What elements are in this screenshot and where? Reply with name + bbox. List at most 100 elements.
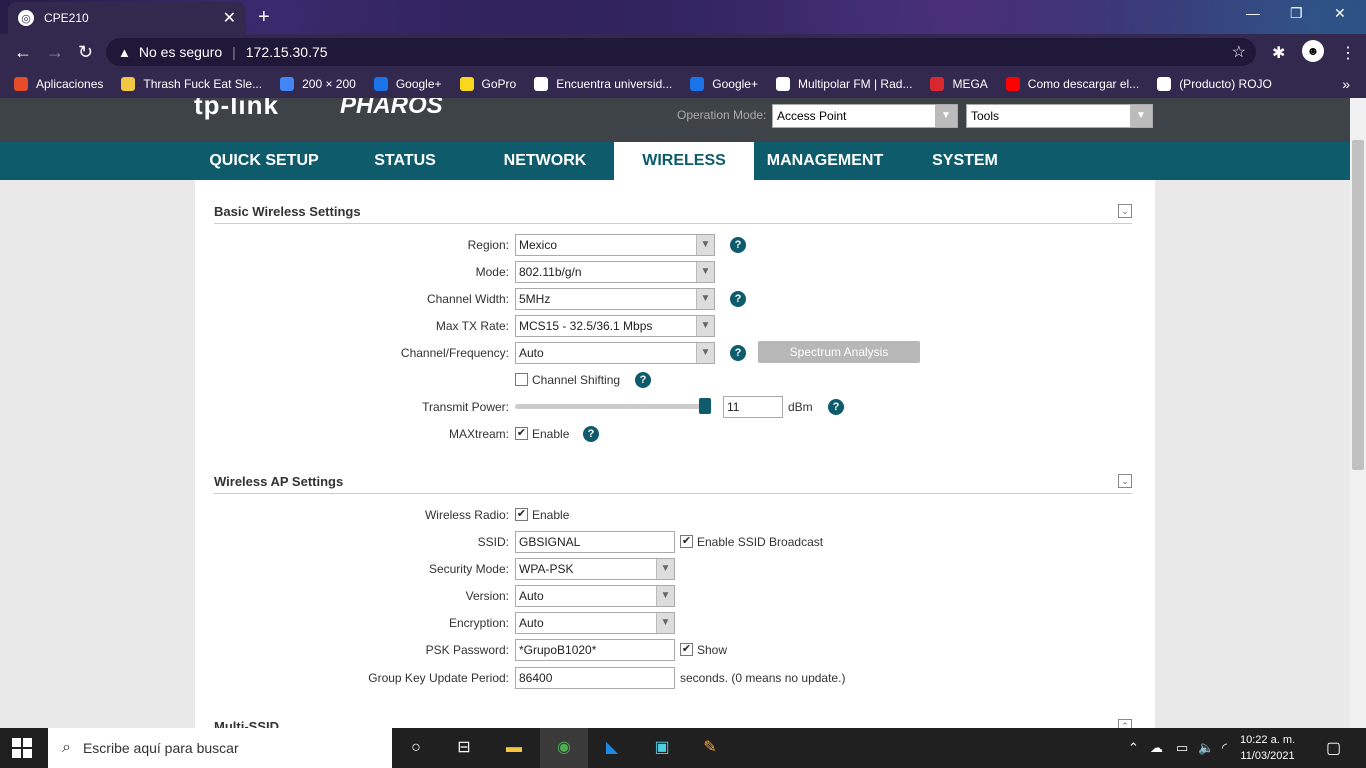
operation-mode-select[interactable]: Access Point ▼ bbox=[772, 104, 958, 128]
help-icon[interactable]: ? bbox=[828, 399, 844, 415]
encryption-value: Auto bbox=[519, 616, 544, 630]
bookmark-item[interactable]: Encuentra universid... bbox=[534, 77, 672, 91]
group-key-input[interactable]: 86400 bbox=[515, 667, 675, 689]
transmit-power-slider[interactable] bbox=[515, 398, 711, 414]
terminal-app-icon[interactable]: ▣ bbox=[650, 736, 674, 760]
address-bar[interactable]: ▲ No es seguro | 172.15.30.75 ☆ bbox=[106, 38, 1256, 66]
slider-fill bbox=[515, 404, 711, 409]
transmit-power-input[interactable]: 11 bbox=[723, 396, 783, 418]
new-tab-button[interactable]: + bbox=[258, 6, 270, 29]
version-label: Version: bbox=[465, 589, 509, 603]
restore-icon[interactable]: ❐ bbox=[1290, 5, 1303, 22]
chrome-icon[interactable]: ◉ bbox=[552, 736, 576, 760]
collapse-icon[interactable]: ⌄ bbox=[1118, 204, 1132, 218]
bookmark-item[interactable]: Multipolar FM | Rad... bbox=[775, 77, 912, 91]
security-label: No es seguro bbox=[138, 44, 223, 60]
chevron-down-icon: ▼ bbox=[696, 235, 714, 255]
bookmark-item[interactable]: Thrash Fuck Eat Sle... bbox=[121, 77, 262, 91]
pharos-logo: PHAROS bbox=[340, 98, 443, 119]
bookmark-item[interactable]: (Producto) ROJO bbox=[1157, 77, 1272, 91]
help-icon[interactable]: ? bbox=[730, 345, 746, 361]
bookmark-item[interactable]: Google+ bbox=[373, 77, 442, 91]
cloud-icon[interactable]: ☁ bbox=[1150, 740, 1163, 756]
channel-frequency-row: Channel/Frequency: Auto ▼ ? Spectrum Ana… bbox=[195, 341, 1155, 364]
tab-close-icon[interactable]: ✕ bbox=[223, 8, 236, 28]
file-explorer-icon[interactable]: ▬ bbox=[502, 736, 526, 760]
task-view-icon[interactable]: ⊟ bbox=[452, 736, 476, 760]
notifications-icon[interactable]: ▢ bbox=[1326, 738, 1341, 758]
encryption-row: Encryption: Auto ▼ bbox=[195, 612, 1155, 634]
nav-tab-management[interactable]: MANAGEMENT bbox=[755, 142, 895, 180]
slider-thumb[interactable] bbox=[699, 398, 711, 414]
nav-tab-network[interactable]: NETWORK bbox=[475, 142, 615, 180]
bookmark-item[interactable]: 200 × 200 bbox=[280, 77, 356, 91]
paint-icon[interactable]: ✎ bbox=[698, 736, 722, 760]
ssid-label: SSID: bbox=[477, 535, 509, 549]
max-tx-rate-label: Max TX Rate: bbox=[435, 319, 509, 333]
bookmark-item[interactable]: Como descargar el... bbox=[1005, 77, 1139, 91]
browser-tab[interactable]: ◎ CPE210 ✕ bbox=[8, 2, 246, 34]
battery-icon[interactable]: ▭ bbox=[1176, 740, 1188, 756]
taskbar-search[interactable]: ⌕ Escribe aquí para buscar bbox=[48, 728, 392, 768]
maxtream-label: MAXtream: bbox=[448, 427, 509, 441]
tray-chevron-icon[interactable]: ⌃ bbox=[1128, 740, 1139, 756]
bookmarks-overflow-icon[interactable]: » bbox=[1342, 76, 1350, 92]
bookmark-item[interactable]: GoPro bbox=[459, 77, 516, 91]
windows-start-icon[interactable] bbox=[12, 738, 32, 758]
cortana-icon[interactable]: ○ bbox=[404, 736, 428, 760]
bookmark-item[interactable]: Google+ bbox=[690, 77, 758, 91]
window-close-icon[interactable]: ✕ bbox=[1334, 5, 1346, 22]
volume-icon[interactable]: 🔈 bbox=[1198, 740, 1214, 756]
version-select[interactable]: Auto ▼ bbox=[515, 585, 675, 607]
channel-shifting-label: Channel Shifting bbox=[532, 373, 621, 387]
help-icon[interactable]: ? bbox=[635, 372, 651, 388]
minimize-icon[interactable]: — bbox=[1246, 5, 1260, 21]
channel-frequency-select[interactable]: Auto ▼ bbox=[515, 342, 715, 364]
ssid-row: SSID: GBSIGNAL ✔ Enable SSID Broadcast bbox=[195, 531, 1155, 553]
security-mode-select[interactable]: WPA-PSK ▼ bbox=[515, 558, 675, 580]
channel-width-select[interactable]: 5MHz ▼ bbox=[515, 288, 715, 310]
vscode-icon[interactable]: ◣ bbox=[600, 736, 624, 760]
max-tx-rate-row: Max TX Rate: MCS15 - 32.5/36.1 Mbps ▼ bbox=[195, 315, 1155, 337]
nav-tab-system[interactable]: SYSTEM bbox=[895, 142, 1035, 180]
menu-icon[interactable]: ⋮ bbox=[1340, 43, 1356, 63]
tools-value: Tools bbox=[971, 109, 1000, 123]
scrollbar-thumb[interactable] bbox=[1352, 140, 1364, 470]
bookmark-item[interactable]: Aplicaciones bbox=[14, 77, 103, 91]
wifi-icon[interactable]: ◜ bbox=[1222, 740, 1227, 756]
collapse-icon[interactable]: ⌃ bbox=[1118, 719, 1132, 728]
nav-tab-wireless[interactable]: WIRELESS bbox=[614, 142, 754, 180]
max-tx-rate-select[interactable]: MCS15 - 32.5/36.1 Mbps ▼ bbox=[515, 315, 715, 337]
bookmark-star-icon[interactable]: ☆ bbox=[1232, 42, 1246, 62]
help-icon[interactable]: ? bbox=[730, 291, 746, 307]
help-icon[interactable]: ? bbox=[730, 237, 746, 253]
spectrum-analysis-button[interactable]: Spectrum Analysis bbox=[758, 341, 920, 363]
ssid-input[interactable]: GBSIGNAL bbox=[515, 531, 675, 553]
forward-icon[interactable]: → bbox=[46, 42, 64, 63]
back-icon[interactable]: ← bbox=[14, 42, 32, 63]
reload-icon[interactable]: ↻ bbox=[78, 42, 93, 63]
nav-tab-status[interactable]: STATUS bbox=[335, 142, 475, 180]
region-select[interactable]: Mexico ▼ bbox=[515, 234, 715, 256]
extensions-icon[interactable]: ✱ bbox=[1272, 43, 1285, 63]
mode-value: 802.11b/g/n bbox=[519, 265, 582, 279]
wireless-radio-checkbox[interactable]: ✔ bbox=[515, 508, 528, 521]
page-scrollbar[interactable] bbox=[1350, 98, 1366, 728]
ssid-broadcast-checkbox[interactable]: ✔ bbox=[680, 535, 693, 548]
encryption-select[interactable]: Auto ▼ bbox=[515, 612, 675, 634]
region-row: Region: Mexico ▼ ? bbox=[195, 234, 1155, 256]
mode-select[interactable]: 802.11b/g/n ▼ bbox=[515, 261, 715, 283]
psk-password-input[interactable]: *GrupoB1020* bbox=[515, 639, 675, 661]
nav-tab-quick-setup[interactable]: QUICK SETUP bbox=[194, 142, 334, 180]
tools-select[interactable]: Tools ▼ bbox=[966, 104, 1153, 128]
psk-show-checkbox[interactable]: ✔ bbox=[680, 643, 693, 656]
psk-password-label: PSK Password: bbox=[425, 643, 509, 657]
channel-shifting-checkbox[interactable] bbox=[515, 373, 528, 386]
maxtream-checkbox[interactable]: ✔ bbox=[515, 427, 528, 440]
profile-avatar[interactable]: ☻ bbox=[1302, 40, 1324, 62]
help-icon[interactable]: ? bbox=[583, 426, 599, 442]
bookmark-item[interactable]: MEGA bbox=[930, 77, 988, 91]
collapse-icon[interactable]: ⌄ bbox=[1118, 474, 1132, 488]
taskbar-clock[interactable]: 10:22 a. m. 11/03/2021 bbox=[1240, 732, 1295, 764]
bookmark-icon bbox=[121, 77, 136, 91]
